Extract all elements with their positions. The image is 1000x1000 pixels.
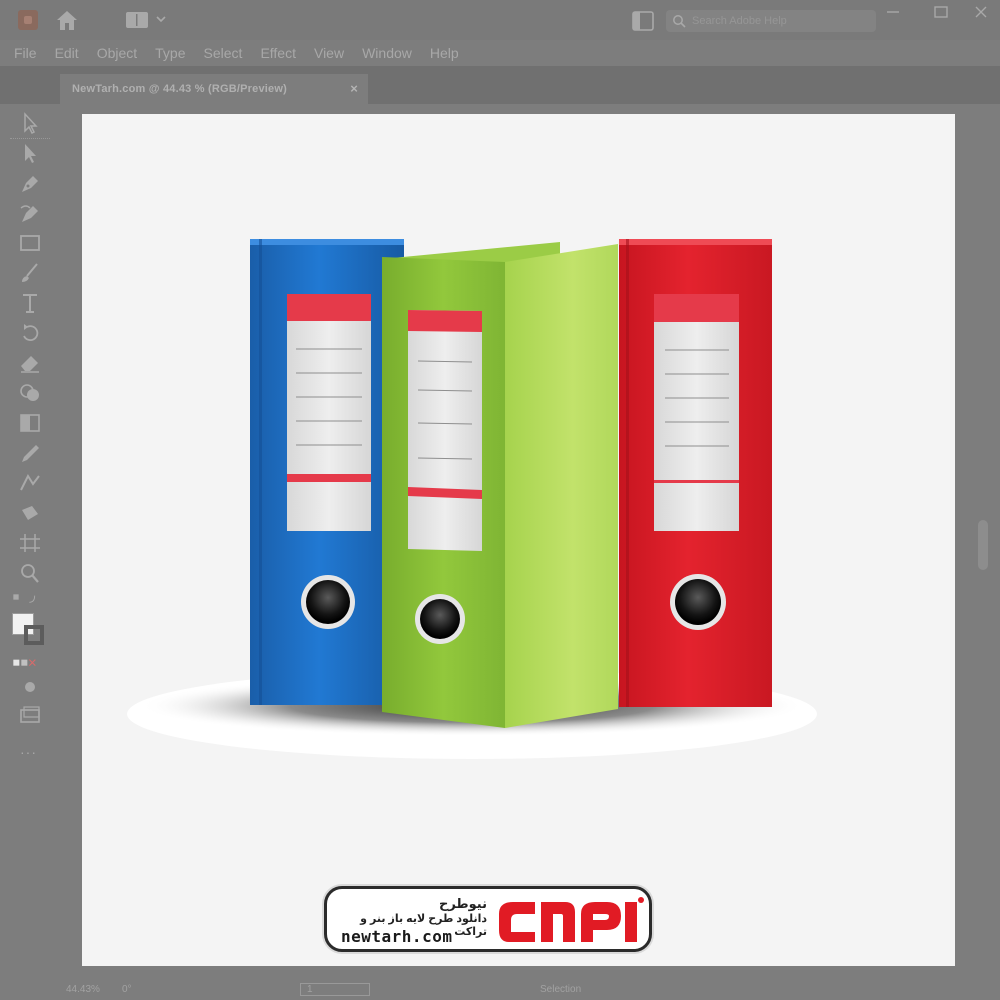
watermark-brand-fa: نیوطرح (438, 896, 487, 911)
watermark-site: newtarh.com (341, 927, 453, 946)
document-tab-bar: NewTarh.com @ 44.43 % (RGB/Preview) × (0, 66, 1000, 139)
direct-selection-tool-icon[interactable] (18, 142, 42, 164)
stroke-color-swatch[interactable] (24, 625, 44, 645)
screen-mode-icon[interactable] (18, 704, 42, 726)
search-icon (673, 15, 686, 28)
menu-file[interactable]: File (14, 45, 37, 61)
search-input[interactable]: Search Adobe Help (666, 10, 876, 32)
home-icon[interactable] (55, 9, 79, 31)
drawing-mode-icon[interactable] (18, 676, 42, 698)
status-bar: 44.43% 0° 1 Selection (0, 980, 1000, 1000)
rotation-angle[interactable]: 0° (122, 984, 132, 995)
curvature-tool-icon[interactable] (18, 202, 42, 224)
menu-select[interactable]: Select (204, 45, 243, 61)
type-tool-icon[interactable] (18, 292, 42, 314)
edit-toolbar-button[interactable]: ··· (20, 744, 37, 760)
menu-window[interactable]: Window (362, 45, 412, 61)
menu-object[interactable]: Object (97, 45, 137, 61)
color-mode-icon[interactable] (12, 652, 48, 674)
symbol-sprayer-tool-icon[interactable] (18, 502, 42, 524)
zoom-tool-icon[interactable] (18, 562, 42, 584)
illustrator-logo-icon[interactable] (18, 10, 38, 30)
close-window-icon[interactable] (974, 6, 988, 18)
menu-bar: File Edit Object Type Select Effect View… (0, 40, 1000, 66)
menu-help[interactable]: Help (430, 45, 459, 61)
artboard-canvas[interactable] (82, 114, 955, 966)
arrange-documents-icon[interactable] (632, 11, 654, 31)
artboard-tool-icon[interactable] (18, 532, 42, 554)
newtarh-watermark: نیوطرح دانلود طرح لایه باز بنر و تراکت n… (324, 886, 652, 952)
swap-colors-icon[interactable] (12, 588, 48, 610)
status-mode: Selection (540, 984, 582, 995)
menu-edit[interactable]: Edit (55, 45, 79, 61)
chevron-down-icon[interactable] (156, 14, 166, 24)
eyedropper-tool-icon[interactable] (18, 442, 42, 464)
rectangle-tool-icon[interactable] (18, 232, 42, 254)
paintbrush-tool-icon[interactable] (18, 262, 42, 284)
minimize-icon[interactable] (886, 6, 900, 18)
green-binder[interactable] (382, 242, 618, 728)
shape-builder-tool-icon[interactable] (18, 382, 42, 404)
close-tab-icon[interactable]: × (350, 74, 358, 104)
newtarh-logo-mark (499, 897, 644, 942)
vertical-scrollbar[interactable] (978, 520, 988, 570)
rotate-tool-icon[interactable] (18, 322, 42, 344)
artboard-navigator[interactable]: 1 (300, 983, 370, 996)
binders-artwork (127, 239, 817, 759)
pen-tool-icon[interactable] (18, 172, 42, 194)
document-tab[interactable]: NewTarh.com @ 44.43 % (RGB/Preview) × (60, 74, 368, 104)
red-binder[interactable] (619, 239, 772, 707)
workspace-switcher-icon[interactable] (126, 12, 148, 28)
menu-type[interactable]: Type (155, 45, 185, 61)
gradient-tool-icon[interactable] (18, 412, 42, 434)
menu-view[interactable]: View (314, 45, 344, 61)
blue-binder[interactable] (250, 239, 404, 705)
menu-effect[interactable]: Effect (260, 45, 296, 61)
tools-panel: ··· (0, 104, 60, 984)
artboard-number: 1 (307, 984, 313, 995)
app-bar: Search Adobe Help (0, 0, 1000, 40)
eraser-tool-icon[interactable] (18, 352, 42, 374)
zoom-level[interactable]: 44.43% (66, 984, 100, 995)
blend-tool-icon[interactable] (18, 472, 42, 494)
selection-tool-icon[interactable] (18, 112, 42, 135)
maximize-icon[interactable] (934, 6, 948, 18)
document-tab-title: NewTarh.com @ 44.43 % (RGB/Preview) (72, 83, 287, 95)
